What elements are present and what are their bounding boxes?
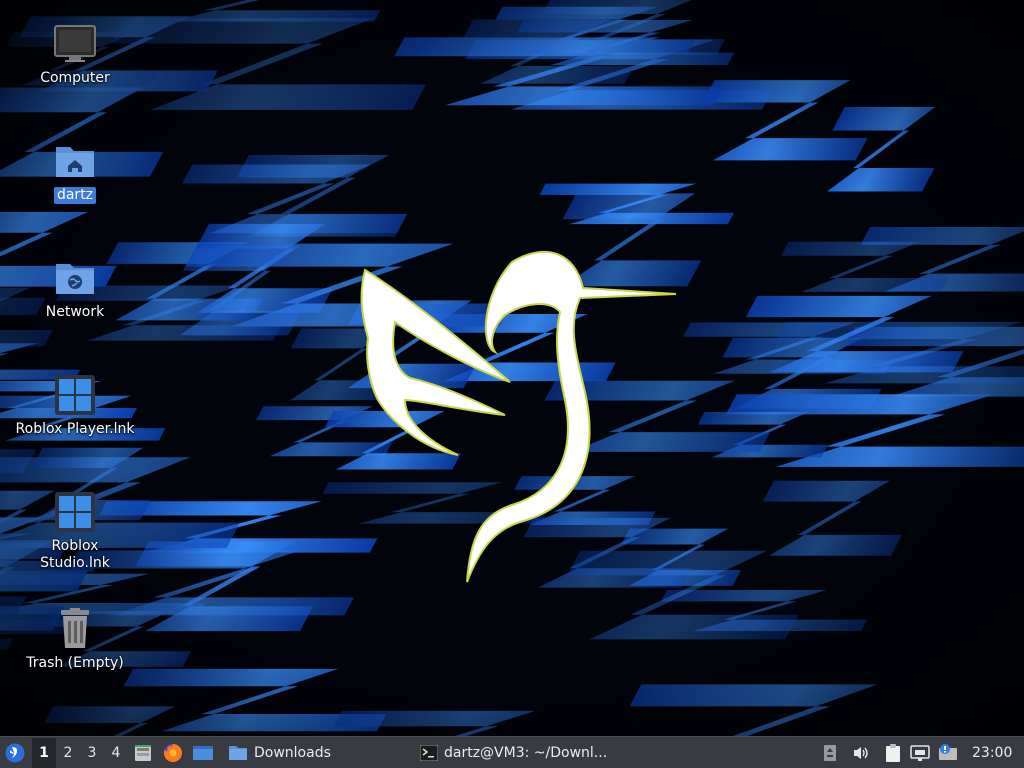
network-folder-icon: [53, 256, 97, 300]
clipboard-icon: [886, 743, 900, 762]
trash-icon: [53, 607, 97, 651]
taskbar-item-downloads[interactable]: Downloads: [222, 738, 414, 768]
taskbar-item-terminal[interactable]: dartz@VM3: ~/Downl...: [414, 738, 816, 768]
update-notifier-button[interactable]: [934, 738, 962, 768]
home-folder-icon: [53, 139, 97, 183]
desktop-icon-computer[interactable]: Computer: [5, 22, 145, 87]
taskbar-item-label: Downloads: [254, 744, 331, 761]
clock[interactable]: 23:00: [962, 745, 1016, 761]
desktop-icon-label: Roblox Studio.lnk: [40, 538, 110, 571]
firefox-launcher[interactable]: [158, 738, 188, 768]
desktop-icon-home-folder[interactable]: dartz: [5, 139, 145, 204]
terminal-icon: [420, 744, 438, 761]
wallpaper: [0, 0, 1024, 736]
desktop: Computer dartz Network Roblox Player.lnk…: [0, 0, 1024, 736]
start-menu-icon: [5, 743, 25, 762]
file-manager-icon: [135, 744, 151, 761]
taskbar-item-label: dartz@VM3: ~/Downl...: [444, 744, 608, 761]
network-wired-icon: [910, 744, 930, 761]
workspace-2-button[interactable]: 2: [56, 738, 80, 768]
storage-icon: [824, 744, 836, 761]
desktop-icon-label: Network: [45, 304, 105, 320]
firefox-icon: [163, 743, 182, 762]
desktop-icon-network[interactable]: Network: [5, 256, 145, 321]
start-menu-button[interactable]: [0, 738, 30, 768]
update-notifier-icon: [939, 743, 957, 760]
file-manager-launcher[interactable]: [128, 738, 158, 768]
computer-icon: [53, 22, 97, 66]
workspace-3-button[interactable]: 3: [80, 738, 104, 768]
desktop-icon-label: dartz: [53, 187, 97, 204]
volume-button[interactable]: [844, 738, 878, 768]
folder-icon: [229, 745, 247, 760]
windows-app-icon: [53, 490, 97, 534]
desktop-icon-roblox-player[interactable]: Roblox Player.lnk: [5, 373, 145, 438]
desktop-icon-label: Trash (Empty): [26, 655, 124, 671]
system-tray: 23:00: [816, 738, 1016, 768]
workspace-4-button[interactable]: 4: [104, 738, 128, 768]
workspace-1-button[interactable]: 1: [32, 737, 56, 768]
network-button[interactable]: [906, 738, 934, 768]
windows-app-icon: [53, 373, 97, 417]
desktop-icon-trash[interactable]: Trash (Empty): [5, 607, 145, 672]
desktop-icon-label: Computer: [40, 70, 110, 86]
show-desktop-button[interactable]: [188, 738, 218, 768]
desktop-icon-label: Roblox Player.lnk: [15, 421, 135, 437]
storage-button[interactable]: [816, 738, 844, 768]
volume-icon: [854, 746, 868, 759]
clipboard-button[interactable]: [880, 738, 906, 768]
desktop-icon-roblox-studio[interactable]: Roblox Studio.lnk: [5, 490, 145, 572]
show-desktop-icon: [193, 745, 213, 760]
taskbar: 1 2 3 4 Downloads dartz@VM3: ~/Downl... …: [0, 736, 1024, 768]
